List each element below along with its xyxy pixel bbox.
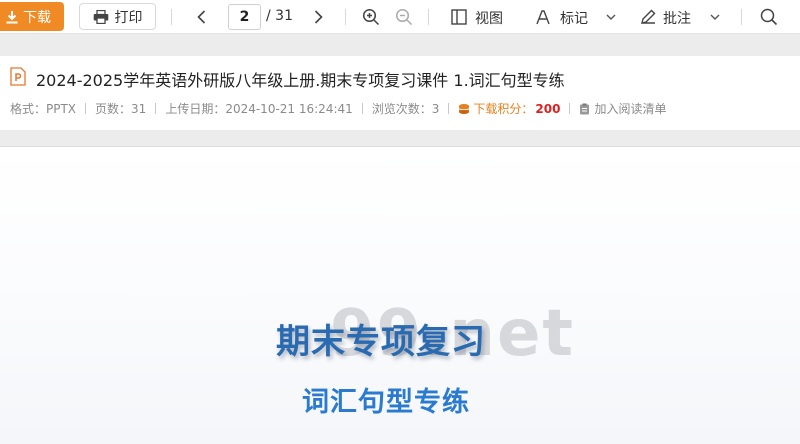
document-meta: 格式：PPTX 页数：31 上传日期：2024-10-21 16:24:41 浏…	[10, 100, 667, 117]
document-info-panel: 2024-2025学年英语外研版八年级上册.期末专项复习课件 1.词汇句型专练 …	[0, 56, 800, 130]
download-label: 下载	[23, 9, 51, 26]
meta-download-points-label: 下载积分：	[473, 102, 534, 116]
pen-icon	[641, 9, 656, 24]
print-label: 打印	[114, 9, 143, 26]
slide-preview: 99.net 期末专项复习 词汇句型专练	[0, 146, 800, 444]
toolbar-divider	[741, 9, 742, 25]
download-icon	[6, 10, 18, 23]
toolbar-divider	[171, 9, 172, 25]
view-layout-icon	[451, 9, 467, 25]
chevron-down-icon[interactable]	[604, 10, 618, 24]
print-button[interactable]: 打印	[79, 3, 156, 30]
next-page-button[interactable]	[308, 7, 328, 27]
page-number-input[interactable]: 2	[228, 4, 261, 30]
annotate-button[interactable]	[638, 7, 658, 27]
zoom-out-icon	[395, 8, 413, 26]
chevron-right-icon	[314, 10, 323, 24]
toolbar-divider	[345, 9, 346, 25]
view-label[interactable]: 视图	[475, 8, 503, 28]
search-button[interactable]	[759, 7, 779, 27]
highlighter-icon	[536, 10, 550, 25]
view-button[interactable]	[449, 7, 469, 27]
slide-subtitle: 词汇句型专练	[302, 387, 470, 418]
meta-format: 格式：PPTX	[10, 102, 77, 116]
mark-label[interactable]: 标记	[560, 8, 588, 28]
search-icon	[760, 8, 778, 26]
chevron-left-icon	[197, 10, 206, 24]
mark-button[interactable]	[533, 7, 553, 27]
toolbar-divider	[428, 9, 429, 25]
download-button[interactable]: 下载	[0, 2, 64, 31]
meta-views: 浏览次数：3	[371, 102, 440, 116]
meta-download-points: 200	[535, 101, 561, 116]
printer-icon	[93, 9, 108, 24]
chevron-down-icon[interactable]	[708, 10, 722, 24]
meta-pages: 页数：31	[95, 102, 147, 116]
toolbar: 下载 打印 2 / 31 视图 标记 批注	[0, 0, 800, 34]
annotate-label[interactable]: 批注	[663, 8, 691, 28]
previous-page-button[interactable]	[192, 7, 212, 27]
clipboard-icon	[580, 103, 590, 114]
zoom-in-button[interactable]	[361, 7, 381, 27]
document-title: 2024-2025学年英语外研版八年级上册.期末专项复习课件 1.词汇句型专练	[36, 71, 565, 90]
meta-upload-date: 上传日期：2024-10-21 16:24:41	[165, 102, 353, 116]
page-total: / 31	[266, 8, 293, 24]
add-to-reading-list-link[interactable]: 加入阅读清单	[594, 100, 666, 117]
zoom-in-icon	[362, 8, 380, 26]
pptx-file-icon	[10, 67, 26, 86]
slide-title: 期末专项复习	[276, 322, 486, 362]
coins-icon	[459, 103, 470, 114]
zoom-out-button[interactable]	[394, 7, 414, 27]
